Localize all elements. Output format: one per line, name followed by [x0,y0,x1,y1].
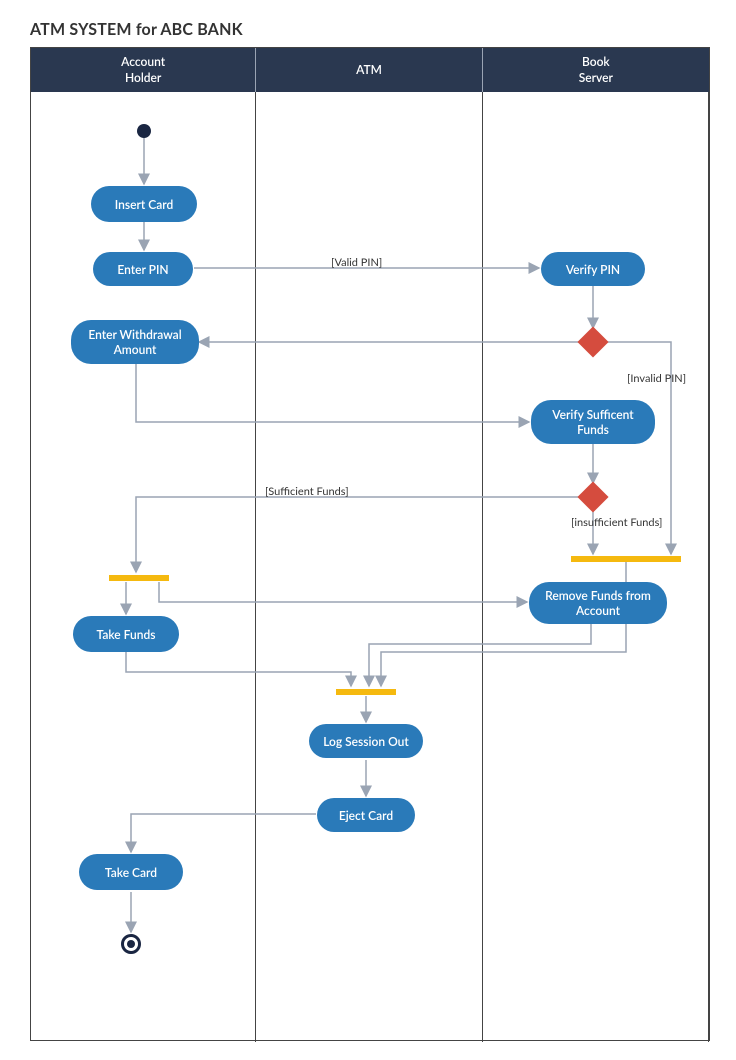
lane-header-atm: ATM [256,48,482,92]
activity-log-session-out: Log Session Out [309,724,423,758]
swimlane-body: Insert Card Enter PIN Enter WithdrawalAm… [31,92,709,1042]
fork-bar-1 [109,575,169,581]
activity-enter-pin: Enter PIN [93,252,193,286]
lane-header-book-server: BookServer [483,48,709,92]
activity-verify-pin: Verify PIN [541,252,645,286]
activity-take-card: Take Card [79,854,183,890]
join-bar-2 [336,689,396,695]
lane-book-server [483,92,709,1042]
swimlane-header: AccountHolder ATM BookServer [31,48,709,92]
activity-remove-funds: Remove Funds fromAccount [529,582,667,624]
lane-header-account-holder: AccountHolder [31,48,256,92]
lane-atm [256,92,482,1042]
guard-valid-pin: [Valid PIN] [331,256,382,269]
initial-node [137,124,151,138]
merge-bar-3 [571,556,681,562]
diagram-frame: AccountHolder ATM BookServer [30,47,710,1041]
activity-eject-card: Eject Card [317,798,415,832]
guard-insufficient: [insufficient Funds] [571,516,662,529]
activity-insert-card: Insert Card [91,186,197,222]
final-node [121,934,141,954]
activity-take-funds: Take Funds [73,616,179,652]
activity-enter-withdrawal: Enter WithdrawalAmount [71,320,199,364]
lane-account-holder [31,92,256,1042]
activity-verify-funds: Verify SufficentFunds [531,400,655,444]
diagram-title: ATM SYSTEM for ABC BANK [30,20,710,39]
guard-invalid-pin: [Invalid PIN] [627,372,686,385]
guard-sufficient: [Sufficient Funds] [265,485,349,498]
